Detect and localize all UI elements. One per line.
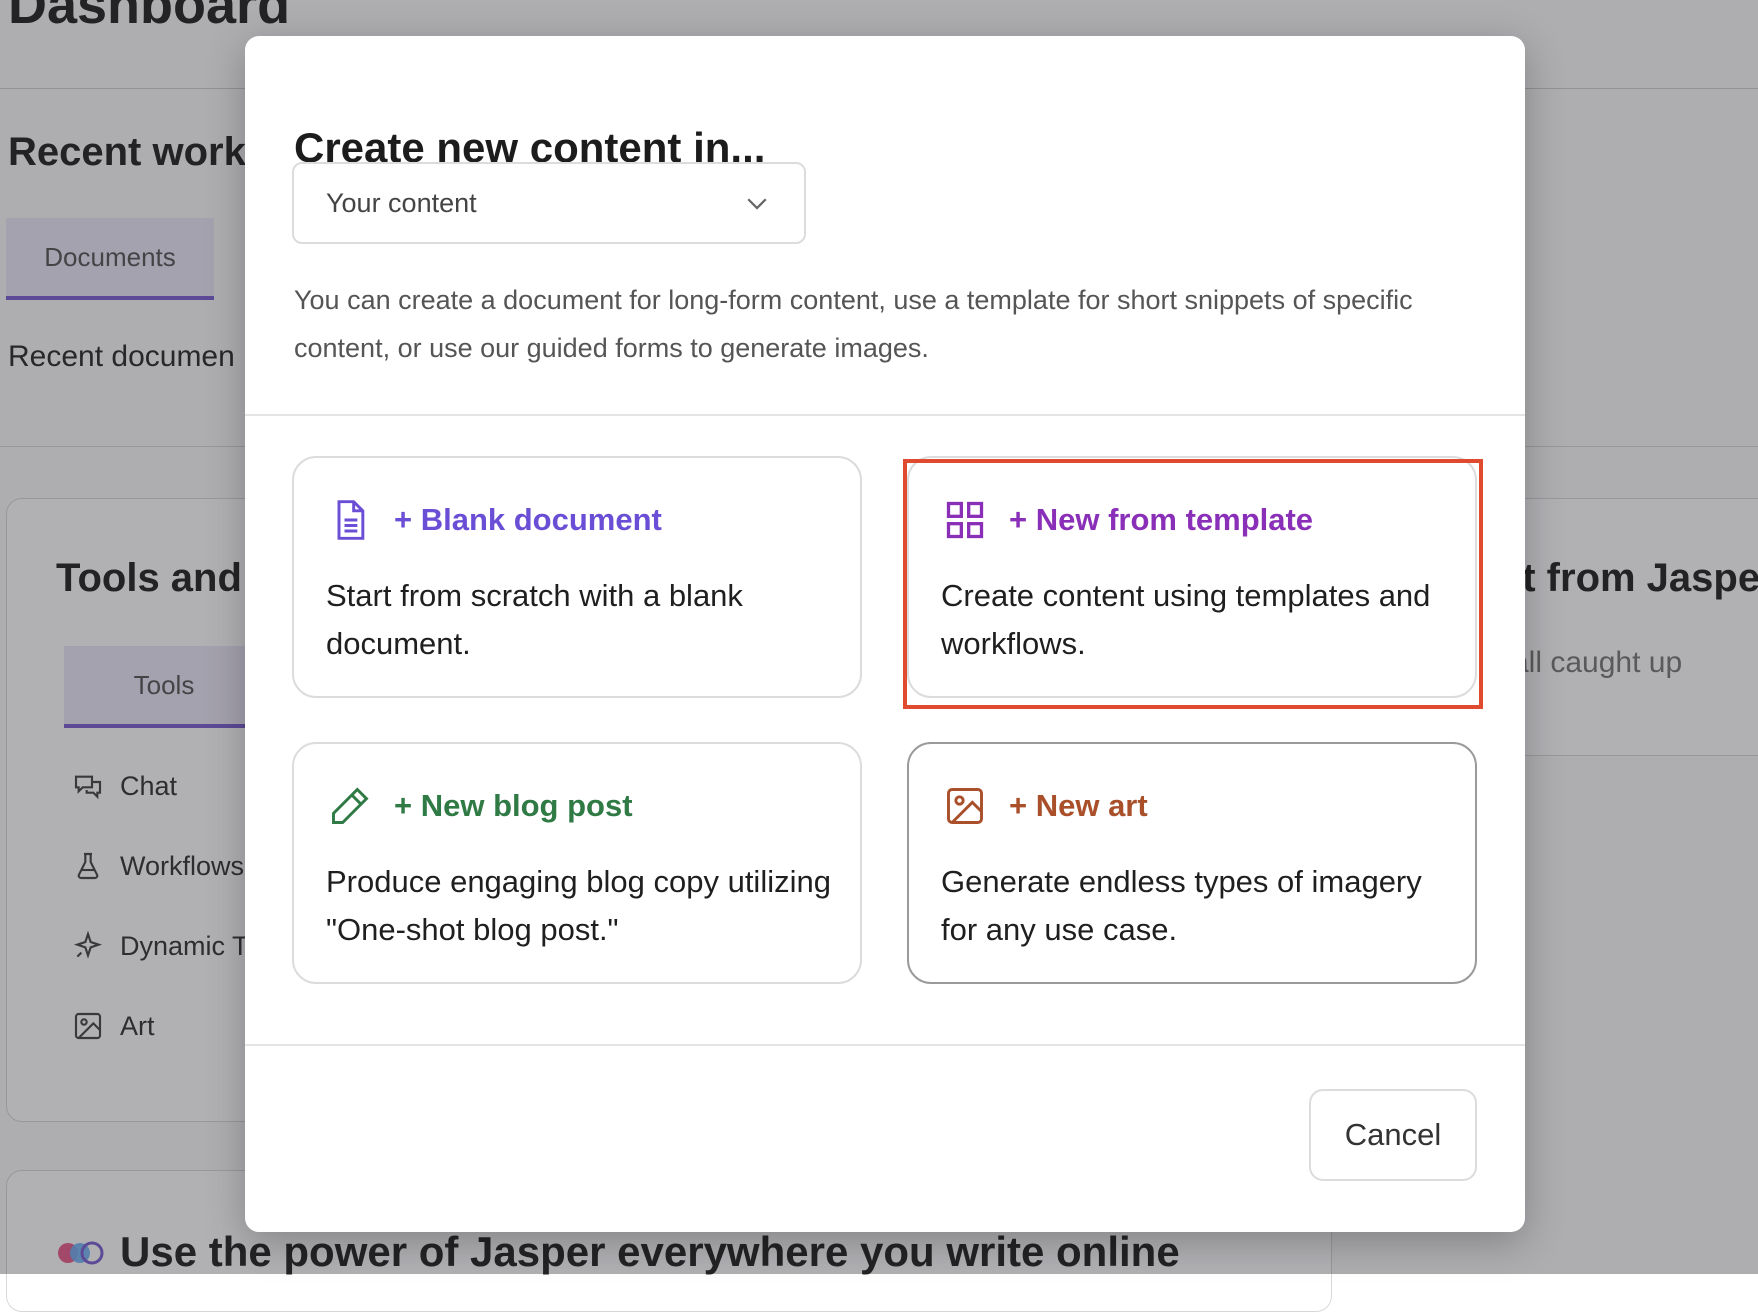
workspace-select[interactable]: Your content xyxy=(292,162,806,244)
workspace-select-value: Your content xyxy=(326,187,477,218)
divider xyxy=(245,414,1525,416)
modal-description: You can create a document for long-form … xyxy=(294,285,1413,363)
card-description: Create content using templates and workf… xyxy=(941,578,1431,661)
document-icon xyxy=(337,500,365,540)
new-art-card[interactable]: + New art Generate endless types of imag… xyxy=(907,742,1477,984)
card-description: Generate endless types of imagery for an… xyxy=(941,864,1422,947)
card-title: + Blank document xyxy=(394,502,662,537)
card-description: Start from scratch with a blank document… xyxy=(326,578,743,661)
divider xyxy=(245,1044,1525,1046)
card-title: + New art xyxy=(1009,788,1148,823)
image-icon xyxy=(947,788,983,824)
new-from-template-card[interactable]: + New from template Create content using… xyxy=(907,456,1477,698)
chevron-down-icon xyxy=(747,198,767,210)
card-title: + New from template xyxy=(1009,502,1314,537)
card-title: + New blog post xyxy=(394,788,633,823)
blank-document-card[interactable]: + Blank document Start from scratch with… xyxy=(292,456,862,698)
new-blog-post-card[interactable]: + New blog post Produce engaging blog co… xyxy=(292,742,862,984)
pencil-icon xyxy=(332,787,369,824)
cancel-button[interactable]: Cancel xyxy=(1309,1089,1477,1181)
create-content-modal: Create new content in... Your content Yo… xyxy=(245,36,1525,1232)
card-description: Produce engaging blog copy utilizing "On… xyxy=(326,864,831,947)
grid-icon xyxy=(946,501,984,539)
